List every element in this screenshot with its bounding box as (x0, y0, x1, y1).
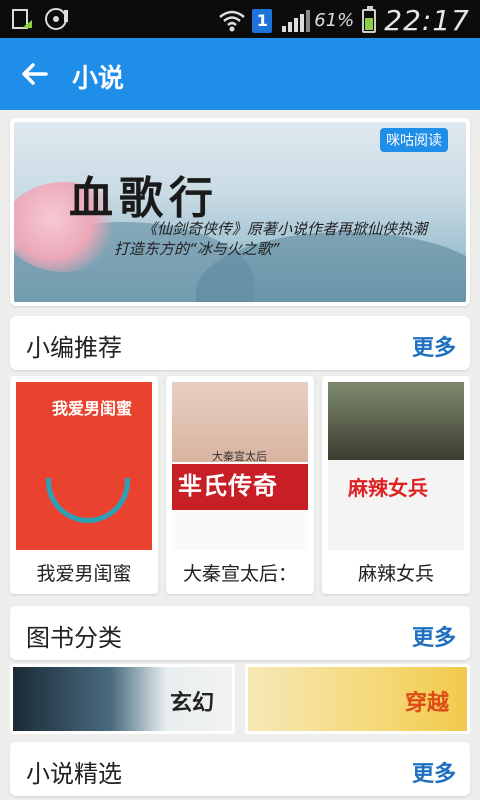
clock: 22:17 (384, 4, 470, 37)
banner-image: 咪咕阅读 血歌行 《仙剑奇侠传》原著小说作者再掀仙侠热潮 打造东方的“冰与火之歌… (14, 122, 466, 302)
back-arrow-icon (22, 63, 48, 85)
page-title: 小说 (72, 64, 125, 94)
book-cover: 大秦宣太后 芈氏传奇 (172, 382, 308, 550)
book-title: 大秦宣太后： (182, 563, 297, 585)
category-fantasy[interactable]: 玄幻 (10, 664, 235, 734)
book-title: 麻辣女兵 (357, 563, 434, 585)
banner-title: 血歌行 (69, 173, 219, 224)
signal-icon (280, 8, 311, 34)
media-icon (44, 6, 70, 32)
book-cover-title: 芈氏传奇 (178, 472, 278, 500)
category-time-travel[interactable]: 穿越 (245, 664, 470, 734)
book-cover: 麻辣女兵 (328, 382, 464, 550)
book-item[interactable]: 大秦宣太后 芈氏传奇 大秦宣太后： (166, 376, 314, 594)
banner-subtitle-2: 打造东方的“冰与火之歌” (114, 240, 280, 258)
usb-icon (10, 6, 36, 32)
banner-logo: 咪咕阅读 (380, 128, 448, 152)
battery-percent: 61% (314, 10, 355, 31)
smile-graphic (46, 478, 130, 523)
section-title-category: 图书分类 (26, 624, 122, 652)
sim-badge: 1 (252, 8, 273, 33)
promo-banner[interactable]: 咪咕阅读 血歌行 《仙剑奇侠传》原著小说作者再掀仙侠热潮 打造东方的“冰与火之歌… (10, 118, 470, 306)
status-bar: 1 61% 22:17 (0, 0, 480, 38)
book-cover-tag: 大秦宣太后 (212, 450, 267, 463)
section-header-category: 图书分类 更多 (10, 606, 470, 660)
category-label: 穿越 (404, 691, 449, 716)
more-button-featured[interactable]: 更多 (412, 756, 456, 788)
category-list: 玄幻 穿越 (10, 664, 470, 734)
more-button-category[interactable]: 更多 (412, 620, 456, 652)
section-title-featured: 小说精选 (26, 760, 122, 788)
section-header-featured: 小说精选 更多 (10, 742, 470, 796)
wifi-icon (218, 8, 246, 34)
book-list: 我爱男闺蜜 我爱男闺蜜 大秦宣太后 芈氏传奇 大秦宣太后： 麻辣女兵 麻辣女兵 (10, 376, 470, 594)
category-label: 玄幻 (169, 691, 214, 716)
book-cover-title: 我爱男闺蜜 (52, 399, 133, 418)
more-button-recommend[interactable]: 更多 (412, 330, 456, 362)
section-header-recommend: 小编推荐 更多 (10, 316, 470, 370)
book-cover: 我爱男闺蜜 (16, 382, 152, 550)
back-button[interactable] (14, 54, 54, 94)
cover-photo (328, 382, 464, 460)
book-item[interactable]: 麻辣女兵 麻辣女兵 (322, 376, 470, 594)
app-bar: 小说 (0, 38, 480, 110)
book-item[interactable]: 我爱男闺蜜 我爱男闺蜜 (10, 376, 158, 594)
battery-icon (362, 5, 377, 33)
banner-subtitle-1: 《仙剑奇侠传》原著小说作者再掀仙侠热潮 (142, 220, 428, 238)
section-title-recommend: 小编推荐 (26, 334, 122, 362)
book-title: 我爱男闺蜜 (36, 563, 132, 585)
book-cover-title: 麻辣女兵 (348, 476, 428, 500)
